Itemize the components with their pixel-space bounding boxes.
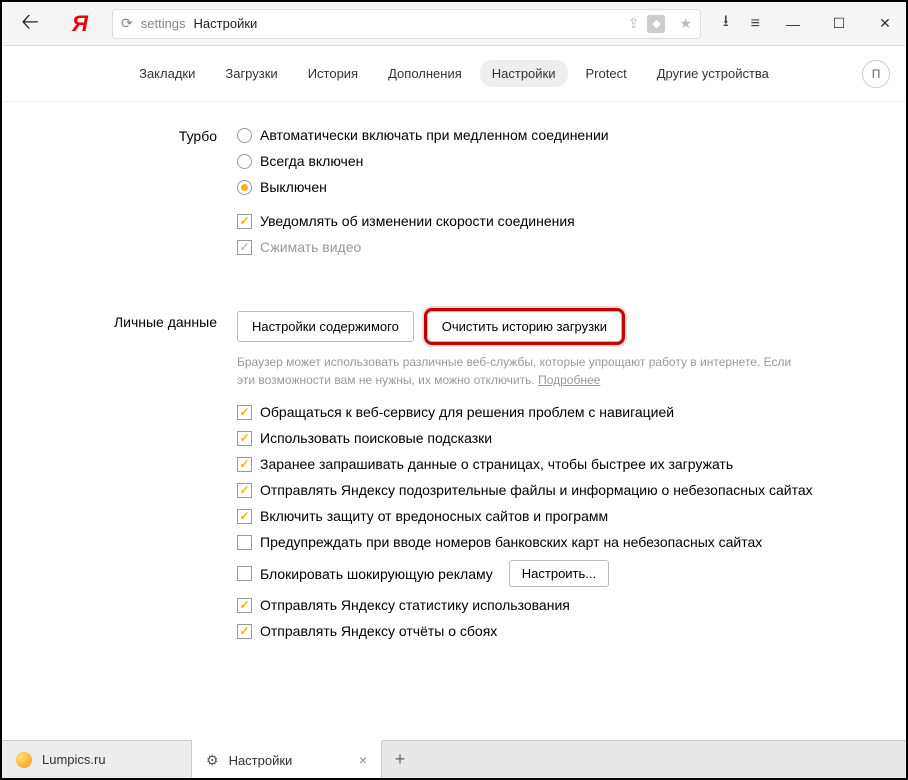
cb-warn-cards-row: Предупреждать при вводе номеров банковск… <box>237 529 866 555</box>
turbo-radio-off[interactable] <box>237 180 252 195</box>
nav-tab-bookmarks[interactable]: Закладки <box>127 60 207 87</box>
share-icon[interactable]: ⇪ <box>628 15 640 32</box>
cb-send-suspicious[interactable] <box>237 483 252 498</box>
cb-search-suggest[interactable] <box>237 431 252 446</box>
cb-warn-cards[interactable] <box>237 535 252 550</box>
cb-send-suspicious-label: Отправлять Яндексу подозрительные файлы … <box>260 482 813 498</box>
cb-block-shock[interactable] <box>237 566 252 581</box>
tab-close-icon[interactable]: × <box>359 752 367 768</box>
cb-send-crash-label: Отправлять Яндексу отчёты о сбоях <box>260 623 497 639</box>
titlebar-left: 🡠 Я <box>10 9 100 39</box>
cb-block-shock-row: Блокировать шокирующую рекламу Настроить… <box>237 555 866 592</box>
section-personal: Личные данные Настройки содержимого Очис… <box>2 304 906 648</box>
yandex-logo[interactable]: Я <box>60 9 100 39</box>
personal-buttons-row: Настройки содержимого Очистить историю з… <box>237 308 866 345</box>
tab-settings[interactable]: ⚙ Настройки × <box>192 740 382 778</box>
address-title: Настройки <box>194 16 258 31</box>
turbo-radio-auto-label: Автоматически включать при медленном сое… <box>260 127 609 143</box>
settings-nav: Закладки Загрузки История Дополнения Нас… <box>2 46 906 102</box>
cb-prefetch[interactable] <box>237 457 252 472</box>
cb-prefetch-row: Заранее запрашивать данные о страницах, … <box>237 451 866 477</box>
tab-settings-title: Настройки <box>229 753 293 768</box>
reload-icon[interactable]: ⟳ <box>121 15 133 32</box>
profile-avatar[interactable]: П <box>862 60 890 88</box>
nav-tab-downloads[interactable]: Загрузки <box>213 60 289 87</box>
menu-icon[interactable]: ≡ <box>751 15 760 33</box>
turbo-compress-checkbox[interactable] <box>237 240 252 255</box>
downloads-icon[interactable]: ⭳ <box>723 10 729 37</box>
tab-lumpics[interactable]: Lumpics.ru <box>2 741 192 778</box>
bookmark-star-icon[interactable]: ★ <box>679 15 692 32</box>
turbo-compress-label: Сжимать видео <box>260 239 361 255</box>
browser-tabbar: Lumpics.ru ⚙ Настройки × + <box>2 740 906 778</box>
titlebar-icons: ⭳ ≡ <box>723 10 760 37</box>
turbo-notify-label: Уведомлять об изменении скорости соедине… <box>260 213 575 229</box>
cb-send-stats[interactable] <box>237 598 252 613</box>
maximize-button[interactable]: ☐ <box>826 15 852 32</box>
cb-prefetch-label: Заранее запрашивать данные о страницах, … <box>260 456 733 472</box>
cb-send-stats-row: Отправлять Яндексу статистику использова… <box>237 592 866 618</box>
cb-block-shock-label: Блокировать шокирующую рекламу <box>260 566 493 582</box>
shield-icon[interactable]: ◆ <box>647 15 665 33</box>
personal-note-link[interactable]: Подробнее <box>538 373 600 387</box>
nav-tab-devices[interactable]: Другие устройства <box>645 60 781 87</box>
cb-send-crash[interactable] <box>237 624 252 639</box>
cb-webservice-row: Обращаться к веб-сервису для решения про… <box>237 399 866 425</box>
turbo-radio-auto[interactable] <box>237 128 252 143</box>
nav-tab-history[interactable]: История <box>296 60 370 87</box>
window-buttons: ― ☐ ✕ <box>780 15 898 32</box>
turbo-radio-off-label: Выключен <box>260 179 327 195</box>
cb-search-suggest-label: Использовать поисковые подсказки <box>260 430 492 446</box>
nav-tab-settings[interactable]: Настройки <box>480 60 568 87</box>
favicon-lumpics-icon <box>16 752 32 768</box>
turbo-radio-always[interactable] <box>237 154 252 169</box>
turbo-radio-auto-row: Автоматически включать при медленном сое… <box>237 122 866 148</box>
section-personal-label: Личные данные <box>2 308 237 644</box>
browser-titlebar: 🡠 Я ⟳ settings Настройки ⇪ ◆ ★ ⭳ ≡ ― ☐ ✕ <box>2 2 906 46</box>
cb-search-suggest-row: Использовать поисковые подсказки <box>237 425 866 451</box>
cb-webservice-label: Обращаться к веб-сервису для решения про… <box>260 404 674 420</box>
new-tab-button[interactable]: + <box>382 741 418 778</box>
turbo-radio-off-row: Выключен <box>237 174 866 200</box>
close-window-button[interactable]: ✕ <box>872 15 898 32</box>
section-turbo-label: Турбо <box>2 122 237 260</box>
clear-history-highlight: Очистить историю загрузки <box>424 308 625 345</box>
minimize-button[interactable]: ― <box>780 16 806 32</box>
turbo-notify-row: Уведомлять об изменении скорости соедине… <box>237 208 866 234</box>
personal-note: Браузер может использовать различные веб… <box>237 353 797 389</box>
turbo-compress-row: Сжимать видео <box>237 234 866 260</box>
address-keyword: settings <box>141 16 186 31</box>
personal-note-text: Браузер может использовать различные веб… <box>237 355 791 387</box>
cb-malware-row: Включить защиту от вредоносных сайтов и … <box>237 503 866 529</box>
turbo-radio-always-row: Всегда включен <box>237 148 866 174</box>
cb-malware-label: Включить защиту от вредоносных сайтов и … <box>260 508 608 524</box>
gear-icon: ⚙ <box>206 752 219 769</box>
section-turbo: Турбо Автоматически включать при медленн… <box>2 118 906 264</box>
configure-shock-button[interactable]: Настроить... <box>509 560 609 587</box>
cb-webservice-nav[interactable] <box>237 405 252 420</box>
turbo-radio-always-label: Всегда включен <box>260 153 363 169</box>
clear-download-history-button[interactable]: Очистить историю загрузки <box>427 311 622 342</box>
settings-content: Турбо Автоматически включать при медленн… <box>2 102 906 740</box>
back-button[interactable]: 🡠 <box>10 9 50 39</box>
cb-send-suspicious-row: Отправлять Яндексу подозрительные файлы … <box>237 477 866 503</box>
cb-send-crash-row: Отправлять Яндексу отчёты о сбоях <box>237 618 866 644</box>
turbo-notify-checkbox[interactable] <box>237 214 252 229</box>
nav-tab-protect[interactable]: Protect <box>574 60 639 87</box>
nav-tab-addons[interactable]: Дополнения <box>376 60 474 87</box>
address-bar[interactable]: ⟳ settings Настройки ⇪ ◆ ★ <box>112 9 701 39</box>
cb-send-stats-label: Отправлять Яндексу статистику использова… <box>260 597 570 613</box>
cb-malware-protect[interactable] <box>237 509 252 524</box>
cb-warn-cards-label: Предупреждать при вводе номеров банковск… <box>260 534 762 550</box>
content-settings-button[interactable]: Настройки содержимого <box>237 311 414 342</box>
tab-lumpics-title: Lumpics.ru <box>42 752 106 767</box>
